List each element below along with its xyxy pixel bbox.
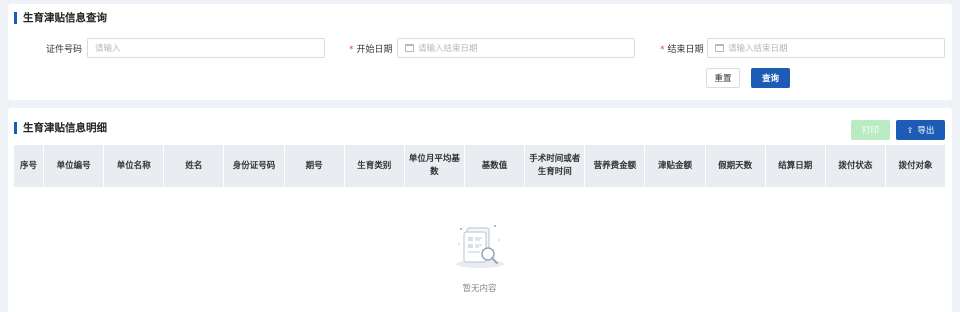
required-mark: *: [349, 45, 354, 55]
column-header: 生育类别: [345, 145, 405, 187]
export-button[interactable]: ⇪ 导出: [896, 120, 945, 140]
column-header: 拨付对象: [898, 160, 933, 171]
column-header: 单位编号: [44, 145, 105, 187]
reset-button[interactable]: 重置: [706, 68, 740, 88]
start-date-placeholder: 请输入结束日期: [418, 44, 478, 54]
empty-text: 暂无内容: [462, 284, 497, 294]
start-date-label: * 开始日期: [349, 45, 393, 55]
column-header: 假期天数: [706, 145, 766, 187]
end-date-label: * 结束日期: [660, 45, 704, 55]
export-label: 导出: [917, 126, 935, 136]
column-header: 结算日期: [766, 145, 826, 187]
column-header: 手术时间或者生育时间: [525, 145, 586, 187]
column-header: 期号: [285, 145, 345, 187]
upload-icon: ⇪: [906, 125, 914, 135]
end-date-input[interactable]: 请输入结束日期: [707, 38, 945, 58]
empty-document-search-icon: [455, 225, 504, 268]
start-date-input[interactable]: 请输入结束日期: [397, 38, 635, 58]
end-date-placeholder: 请输入结束日期: [728, 44, 788, 54]
detail-panel: 生育津贴信息明细 打印 ⇪ 导出 序号 单位编号 单位名称 姓名 身份证号码 期号 生育类别…: [8, 108, 952, 312]
required-mark: *: [660, 45, 665, 55]
column-header: 身份证号码: [224, 145, 285, 187]
query-button[interactable]: 查询: [751, 68, 790, 88]
print-button[interactable]: 打印: [851, 120, 890, 140]
column-header: 基数值: [465, 145, 526, 187]
id-number-input[interactable]: 请输入: [87, 38, 325, 58]
column-header: 姓名: [164, 145, 225, 187]
column-header: 序号: [14, 145, 44, 187]
column-header: 单位名称: [104, 145, 165, 187]
id-number-label: 证件号码: [46, 45, 83, 55]
empty-state: 暂无内容: [14, 220, 945, 294]
calendar-icon: [715, 44, 724, 52]
calendar-icon: [405, 44, 414, 52]
id-number-placeholder: 请输入: [95, 44, 121, 54]
column-header: 拨付状态: [826, 145, 886, 187]
column-header: 营养费金额: [585, 145, 646, 187]
detail-section-title: 生育津贴信息明细: [14, 122, 107, 134]
query-section-title: 生育津贴信息查询: [14, 12, 107, 24]
column-header: 津贴金额: [645, 145, 706, 187]
table-header: 序号 单位编号 单位名称 姓名 身份证号码 期号 生育类别 单位月平均基数 基数值 手术时间或者生…: [14, 145, 945, 187]
query-panel: 生育津贴信息查询 证件号码 请输入 * 开始日期 请输入结束日期 * 结束日期 请输…: [8, 4, 952, 100]
column-header: 单位月平均基数: [405, 145, 465, 187]
